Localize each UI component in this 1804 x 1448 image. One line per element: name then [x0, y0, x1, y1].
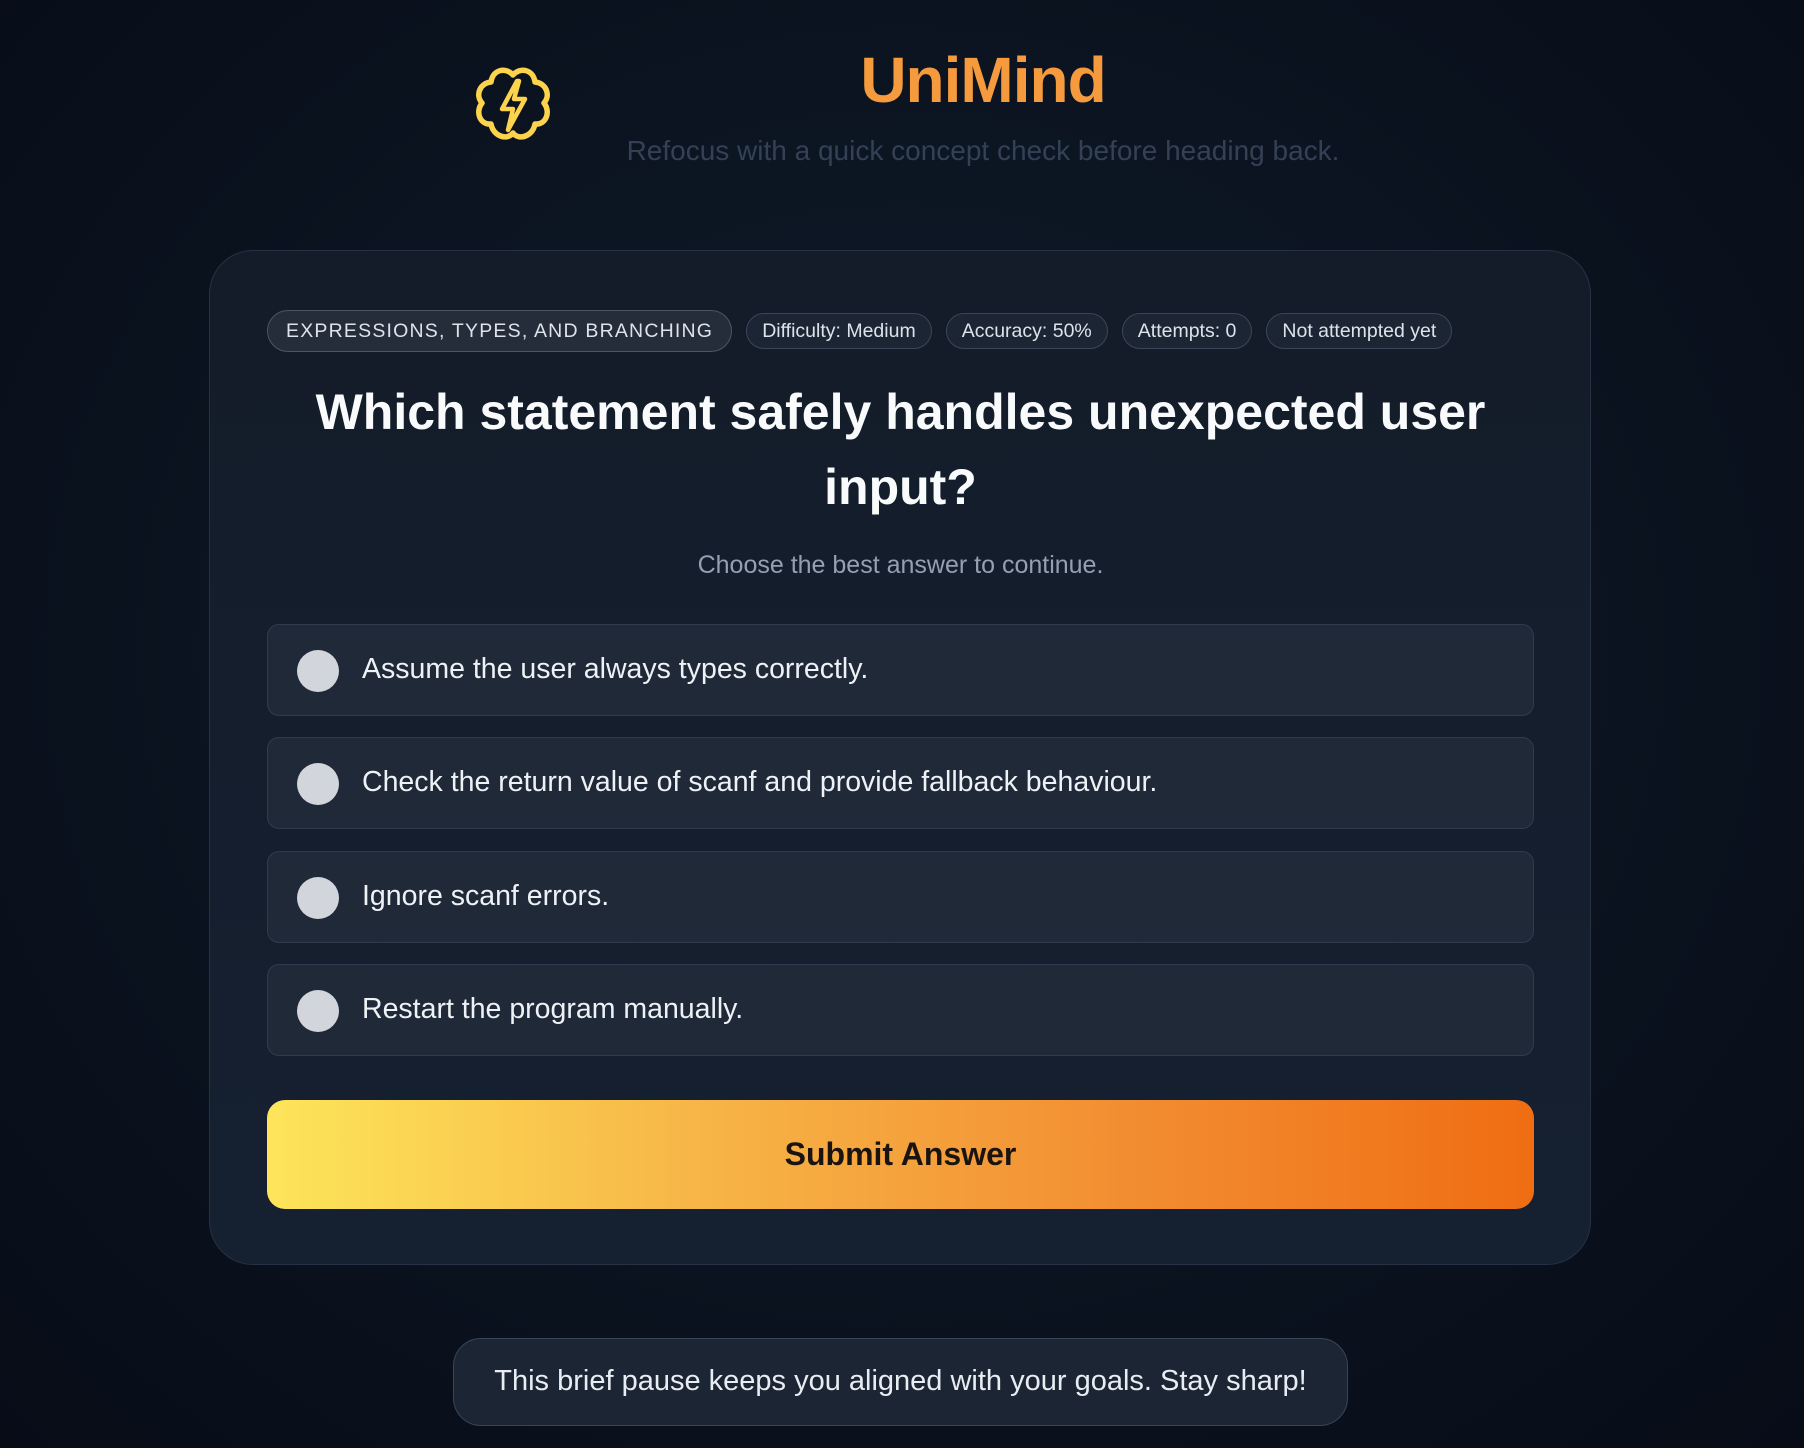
answer-option-label: Ignore scanf errors. — [362, 880, 610, 912]
app-title: UniMind — [860, 44, 1106, 116]
instruction-text: Choose the best answer to continue. — [697, 551, 1104, 579]
answer-option-label: Check the return value of scanf and prov… — [362, 766, 1158, 798]
difficulty-tag: Difficulty: Medium — [746, 313, 932, 349]
answer-option-3[interactable]: Ignore scanf errors. — [267, 851, 1534, 943]
radio-button[interactable] — [297, 763, 339, 805]
quiz-card: EXPRESSIONS, TYPES, AND BRANCHING Diffic… — [209, 250, 1591, 1265]
radio-button[interactable] — [297, 650, 339, 692]
header: UniMind Refocus with a quick concept che… — [0, 0, 1804, 200]
tag-list: EXPRESSIONS, TYPES, AND BRANCHING Diffic… — [267, 310, 1453, 352]
attempts-tag: Attempts: 0 — [1121, 313, 1253, 349]
topic-tag: EXPRESSIONS, TYPES, AND BRANCHING — [267, 310, 733, 352]
motivation-message: This brief pause keeps you aligned with … — [453, 1338, 1348, 1426]
submit-answer-button[interactable]: Submit Answer — [267, 1100, 1534, 1209]
radio-button[interactable] — [297, 877, 339, 919]
answer-option-2[interactable]: Check the return value of scanf and prov… — [267, 737, 1534, 829]
question-text: Which statement safely handles unexpecte… — [315, 384, 1486, 515]
answer-option-1[interactable]: Assume the user always types correctly. — [267, 624, 1534, 716]
status-tag: Not attempted yet — [1266, 313, 1453, 349]
radio-button[interactable] — [297, 990, 339, 1032]
answer-option-label: Assume the user always types correctly. — [362, 653, 869, 685]
app-subtitle: Refocus with a quick concept check befor… — [626, 135, 1340, 166]
answer-option-label: Restart the program manually. — [362, 993, 744, 1025]
accuracy-tag: Accuracy: 50% — [945, 313, 1108, 349]
answer-option-4[interactable]: Restart the program manually. — [267, 964, 1534, 1056]
